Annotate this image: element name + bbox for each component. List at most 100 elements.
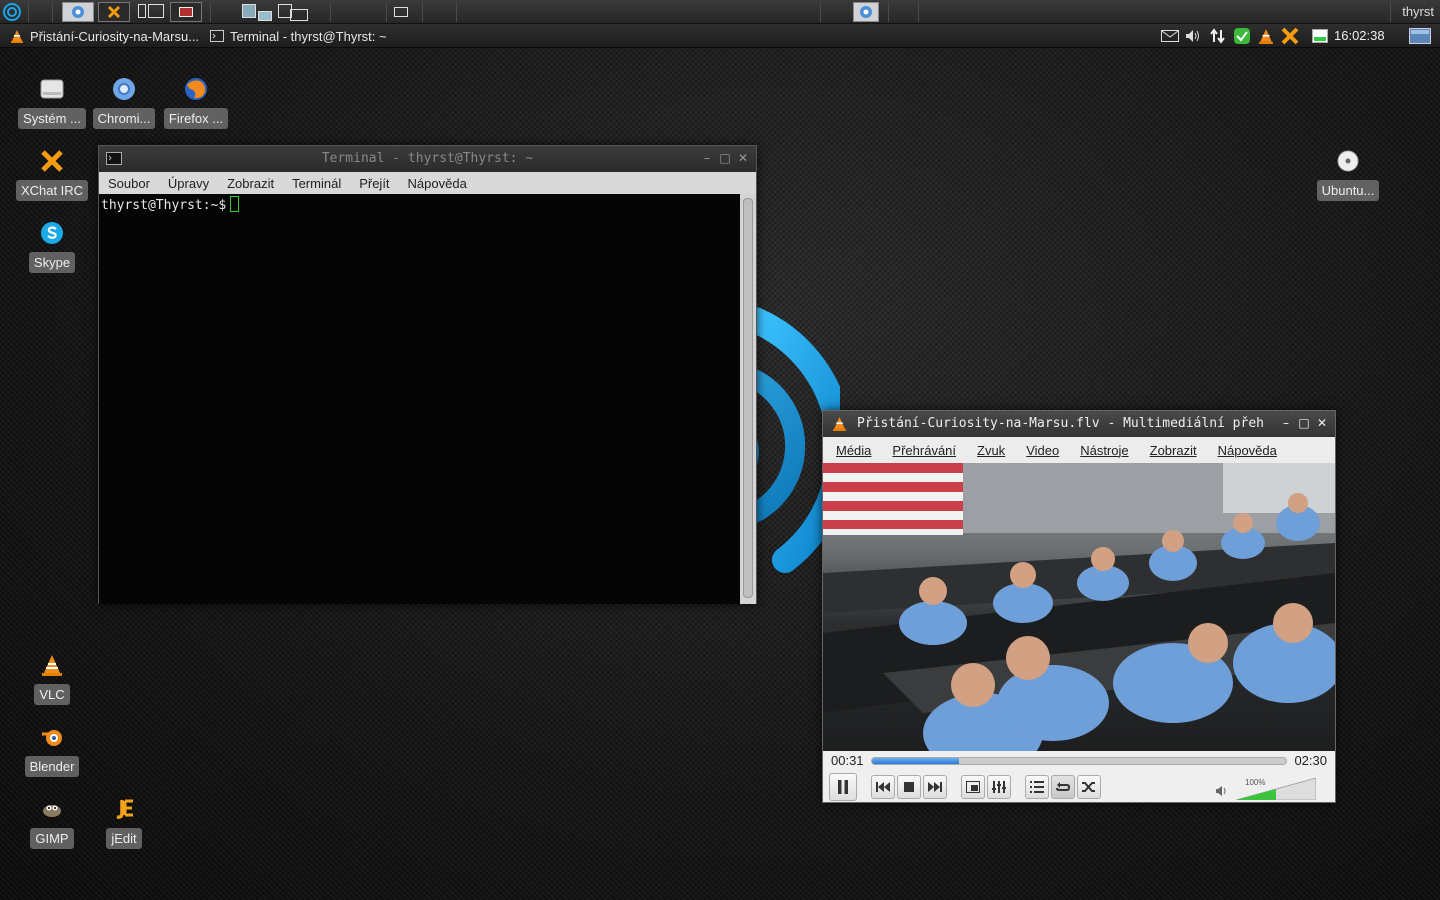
desktop-icon-label: GIMP: [30, 828, 74, 849]
launcher-chromium[interactable]: [62, 2, 94, 22]
minimize-button[interactable]: –: [700, 151, 714, 165]
desktop-icon-gimp[interactable]: GIMP: [17, 796, 87, 849]
terminal-title: Terminal - thyrst@Thyrst: ~: [321, 151, 534, 166]
loop-button[interactable]: [1051, 775, 1075, 799]
close-button[interactable]: ✕: [736, 151, 750, 165]
desktop-icon-chromium[interactable]: Chromi...: [89, 76, 159, 129]
loop-icon: [1056, 782, 1071, 791]
vlc-titlebar[interactable]: Přistání-Curiosity-na-Marsu.flv - Multim…: [823, 411, 1335, 437]
network-updown-icon: [1210, 28, 1225, 44]
xchat-icon: [1281, 27, 1299, 45]
desktop-icon-xchat[interactable]: XChat IRC: [15, 148, 89, 201]
chromium-icon: [72, 6, 84, 18]
scrollbar-thumb[interactable]: [743, 198, 753, 598]
vlc-menubar: Média Přehrávání Zvuk Video Nástroje Zob…: [823, 437, 1335, 463]
stop-button[interactable]: [897, 775, 921, 799]
terminal-output[interactable]: thyrst@Thyrst:~$: [99, 194, 741, 604]
maximize-button[interactable]: □: [718, 151, 732, 165]
top-panel: thyrst: [0, 0, 1440, 24]
workspace-window-mini[interactable]: [148, 4, 164, 18]
menu-zobrazit[interactable]: Zobrazit: [218, 176, 283, 191]
launcher-chromium-2[interactable]: [853, 2, 879, 22]
task-vlc[interactable]: Přistání-Curiosity-na-Marsu...: [10, 26, 199, 46]
task-label: Přistání-Curiosity-na-Marsu...: [30, 28, 200, 44]
previous-button[interactable]: [871, 775, 895, 799]
app-menu-icon[interactable]: [2, 2, 22, 22]
minimize-button[interactable]: –: [1279, 416, 1293, 430]
volume-slider[interactable]: [1236, 778, 1316, 800]
workspace-window-mini[interactable]: [258, 11, 272, 21]
tray-mail[interactable]: [1160, 27, 1180, 45]
volume-speaker-icon[interactable]: [1215, 785, 1229, 797]
fullscreen-button[interactable]: [961, 775, 985, 799]
tray-update[interactable]: [1232, 27, 1252, 45]
xchat-icon: [39, 148, 65, 174]
terminal-prompt-line: thyrst@Thyrst:~$: [101, 196, 240, 213]
tray-xchat[interactable]: [1280, 27, 1300, 45]
next-button[interactable]: [923, 775, 947, 799]
stop-icon: [904, 782, 914, 792]
skip-back-icon: [876, 782, 890, 792]
skip-forward-icon: [928, 782, 942, 792]
desktop-icon-blender[interactable]: Blender: [17, 724, 87, 777]
menu-upravy[interactable]: Úpravy: [159, 176, 218, 191]
launcher-xchat[interactable]: [98, 2, 130, 22]
extended-settings-button[interactable]: [987, 775, 1011, 799]
menu-napoveda[interactable]: Nápověda: [1205, 443, 1285, 458]
tray-network[interactable]: [1208, 27, 1228, 45]
xchat-icon: [107, 5, 121, 19]
desktop-icon-system[interactable]: Systém ...: [17, 76, 87, 129]
workspace-window-mini[interactable]: [242, 4, 256, 18]
mail-icon: [1161, 30, 1179, 42]
vlc-window[interactable]: Přistání-Curiosity-na-Marsu.flv - Multim…: [822, 410, 1336, 803]
desktop-icon-label: jEdit: [106, 828, 142, 849]
tray-vlc[interactable]: [1256, 27, 1276, 45]
desktop-icon-jedit[interactable]: jEdit: [89, 796, 159, 849]
maximize-button[interactable]: □: [1297, 416, 1311, 430]
task-terminal[interactable]: Terminal - thyrst@Thyrst: ~: [210, 26, 387, 46]
total-time[interactable]: 02:30: [1294, 753, 1327, 768]
menu-terminal[interactable]: Terminál: [283, 176, 350, 191]
menu-zvuk[interactable]: Zvuk: [964, 443, 1013, 458]
desktop-icon-vlc[interactable]: VLC: [17, 652, 87, 705]
vlc-title: Přistání-Curiosity-na-Marsu.flv - Multim…: [857, 416, 1264, 431]
tray-battery[interactable]: [1310, 27, 1330, 45]
seek-bar-row: 00:31 02:30: [823, 751, 1335, 771]
desktop-icon-skype[interactable]: Skype: [17, 220, 87, 273]
menu-napoveda[interactable]: Nápověda: [399, 176, 476, 191]
terminal-scrollbar[interactable]: [740, 194, 756, 604]
menu-video[interactable]: Video: [1013, 443, 1067, 458]
task-label: Terminal - thyrst@Thyrst: ~: [230, 28, 387, 44]
video-scene: [823, 463, 1335, 751]
menu-soubor[interactable]: Soubor: [99, 176, 159, 191]
vlc-cone-icon: [833, 417, 846, 431]
desktop-icon-label: Firefox ...: [163, 108, 229, 129]
workspace-window-mini[interactable]: [394, 7, 408, 17]
video-frame[interactable]: [823, 463, 1335, 751]
desktop-icon-firefox[interactable]: Firefox ...: [161, 76, 231, 129]
playlist-button[interactable]: [1025, 775, 1049, 799]
menu-nastroje[interactable]: Nástroje: [1067, 443, 1136, 458]
panel-separator: [28, 2, 29, 22]
launcher-window-red[interactable]: [170, 2, 202, 22]
menu-zobrazit[interactable]: Zobrazit: [1137, 443, 1205, 458]
close-button[interactable]: ✕: [1315, 416, 1329, 430]
menu-prejit[interactable]: Přejít: [350, 176, 398, 191]
menu-prehravani[interactable]: Přehrávání: [879, 443, 964, 458]
workspace-window-mini[interactable]: [290, 9, 308, 21]
pause-button[interactable]: [829, 773, 857, 801]
speaker-icon: [1186, 30, 1199, 42]
tray-volume[interactable]: [1184, 27, 1204, 45]
seek-slider[interactable]: [871, 757, 1287, 765]
show-desktop-button[interactable]: [1408, 27, 1432, 45]
chromium-icon: [860, 6, 872, 18]
workspace-window-mini[interactable]: [138, 4, 146, 18]
terminal-titlebar[interactable]: Terminal - thyrst@Thyrst: ~ – □ ✕: [99, 146, 756, 172]
menu-media[interactable]: Média: [823, 443, 879, 458]
terminal-window[interactable]: Terminal - thyrst@Thyrst: ~ – □ ✕ Soubor…: [98, 145, 757, 604]
shuffle-button[interactable]: [1077, 775, 1101, 799]
desktop-icon-ubuntu-disc[interactable]: Ubuntu...: [1313, 148, 1383, 201]
clock[interactable]: 16:02:38: [1334, 28, 1385, 43]
user-name[interactable]: thyrst: [1402, 4, 1434, 19]
panel-separator: [330, 2, 331, 22]
